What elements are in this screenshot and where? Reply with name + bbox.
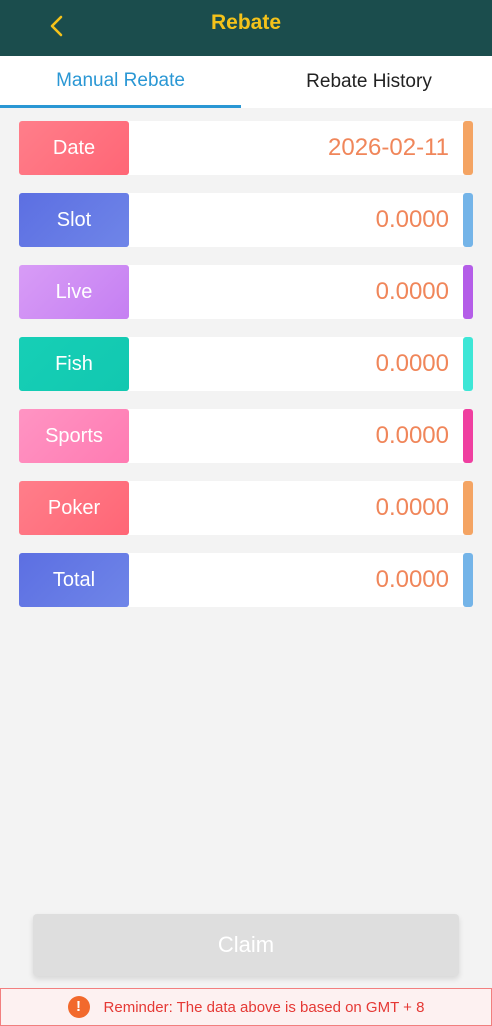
- tab-rebate-history-label: Rebate History: [306, 71, 432, 92]
- rebate-row-date: Date 2026-02-11: [19, 121, 473, 175]
- rebate-value-poker: 0.0000: [375, 494, 449, 521]
- active-tab-underline: [0, 105, 241, 108]
- warning-icon: !: [67, 996, 90, 1018]
- rebate-row-slot: Slot 0.0000: [19, 193, 473, 247]
- tab-rebate-history[interactable]: Rebate History: [246, 56, 492, 108]
- row-accent-bar: [463, 193, 473, 247]
- claim-button[interactable]: Claim: [33, 914, 459, 976]
- row-accent-bar: [463, 481, 473, 535]
- rebate-value-sports: 0.0000: [375, 422, 449, 449]
- tab-manual-rebate-label: Manual Rebate: [56, 70, 185, 91]
- row-accent-bar: [463, 409, 473, 463]
- rebate-value-fish: 0.0000: [375, 350, 449, 377]
- rebate-label-poker: Poker: [19, 481, 129, 535]
- rebate-value-total: 0.0000: [375, 566, 449, 593]
- rebate-label-slot: Slot: [19, 193, 129, 247]
- rebate-row-live: Live 0.0000: [19, 265, 473, 319]
- rebate-label-total: Total: [19, 553, 129, 607]
- rebate-value-slot: 0.0000: [375, 206, 449, 233]
- rebate-value-live: 0.0000: [375, 278, 449, 305]
- tab-manual-rebate[interactable]: Manual Rebate: [0, 56, 241, 108]
- rebate-row-fish: Fish 0.0000: [19, 337, 473, 391]
- rebate-label-date: Date: [19, 121, 129, 175]
- row-accent-bar: [463, 337, 473, 391]
- rebate-label-sports: Sports: [19, 409, 129, 463]
- rebate-row-total: Total 0.0000: [19, 553, 473, 607]
- row-accent-bar: [463, 121, 473, 175]
- rebate-label-fish: Fish: [19, 337, 129, 391]
- tab-bar: Manual Rebate Rebate History: [0, 56, 492, 108]
- reminder-banner: ! Reminder: The data above is based on G…: [0, 988, 492, 1026]
- rebate-label-live: Live: [19, 265, 129, 319]
- row-accent-bar: [463, 553, 473, 607]
- page-title: Rebate: [210, 11, 282, 34]
- rebate-list: Date 2026-02-11 Slot 0.0000 Live 0.0000 …: [19, 121, 473, 625]
- reminder-text: Reminder: The data above is based on GMT…: [103, 998, 425, 1016]
- row-accent-bar: [463, 265, 473, 319]
- rebate-row-poker: Poker 0.0000: [19, 481, 473, 535]
- rebate-row-sports: Sports 0.0000: [19, 409, 473, 463]
- rebate-value-date[interactable]: 2026-02-11: [328, 121, 449, 175]
- header-bar: Rebate: [0, 0, 492, 56]
